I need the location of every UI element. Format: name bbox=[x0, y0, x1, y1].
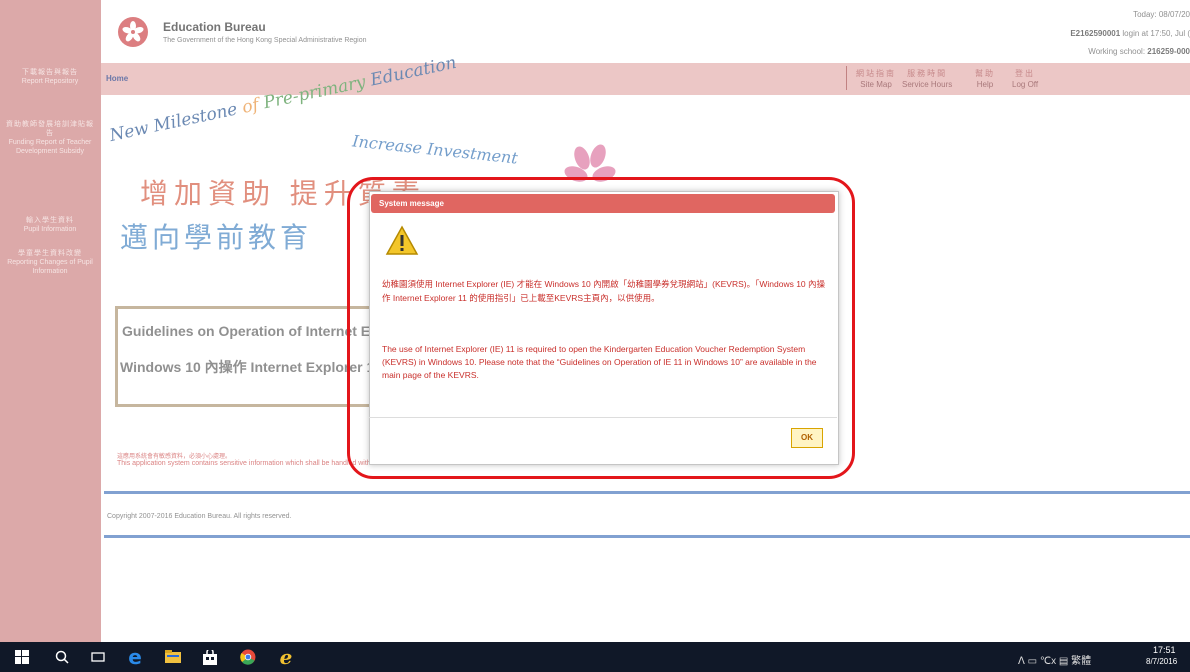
store-icon[interactable] bbox=[200, 647, 220, 667]
clock-date[interactable]: 8/7/2016 bbox=[1146, 657, 1177, 666]
search-icon[interactable] bbox=[52, 647, 72, 667]
chrome-icon[interactable] bbox=[238, 647, 258, 667]
clock-time[interactable]: 17:51 bbox=[1153, 645, 1176, 655]
internet-explorer-icon[interactable]: e bbox=[276, 645, 296, 669]
task-view-icon[interactable] bbox=[88, 647, 108, 667]
file-explorer-icon[interactable] bbox=[163, 647, 183, 667]
windows-start-icon[interactable] bbox=[12, 647, 32, 667]
edge-browser-icon[interactable]: e bbox=[125, 645, 145, 669]
highlight-annotation bbox=[347, 177, 855, 479]
system-tray[interactable]: ᐱ ▭ ℃x ▤ 繁體 bbox=[1018, 652, 1091, 667]
